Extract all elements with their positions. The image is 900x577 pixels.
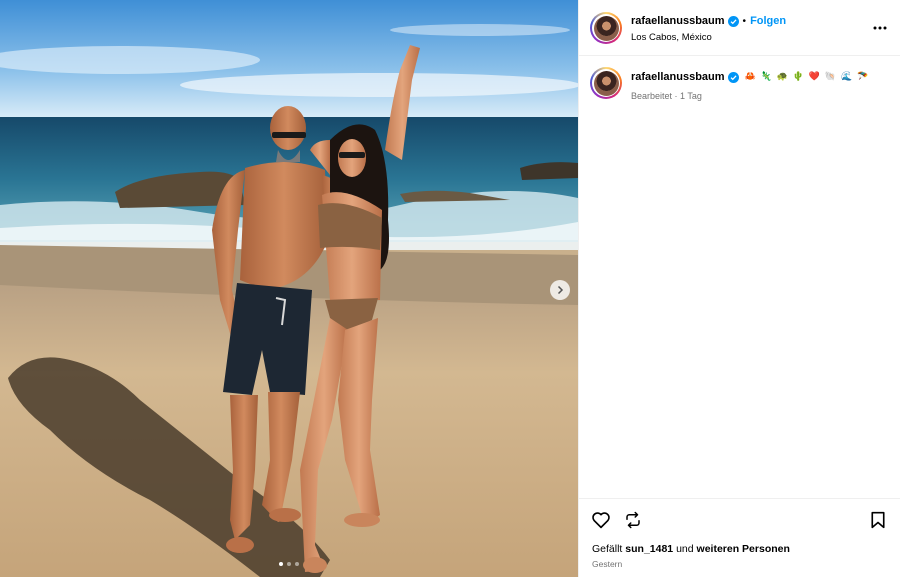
follow-button[interactable]: Folgen <box>750 15 786 27</box>
avatar[interactable] <box>590 67 622 99</box>
caption-text: 🦀 🦎 🐢 🌵 ❤️ 🐚 🌊 🪂 <box>744 72 870 82</box>
caption-section: rafaellanussbaum 🦀 🦎 🐢 🌵 ❤️ 🐚 🌊 🪂 Bearbe… <box>579 56 900 496</box>
likes-summary: Gefällt sun_1481 und weiteren Personen <box>592 543 790 555</box>
likes-middle: und <box>676 543 694 555</box>
carousel-dot <box>279 562 283 566</box>
liked-by-user-link[interactable]: sun_1481 <box>625 543 673 555</box>
separator: • <box>742 15 747 27</box>
repost-button[interactable] <box>622 509 644 531</box>
bookmark-icon <box>871 511 885 529</box>
post-image[interactable] <box>0 0 578 577</box>
location-link[interactable]: Los Cabos, México <box>631 32 712 43</box>
avatar[interactable] <box>590 12 622 44</box>
carousel-dot <box>287 562 291 566</box>
carousel-indicator <box>0 562 578 566</box>
caption-username[interactable]: rafaellanussbaum <box>631 71 725 83</box>
action-bar: Gefällt sun_1481 und weiteren Personen G… <box>579 498 900 577</box>
edited-timestamp: Bearbeitet · 1 Tag <box>631 91 702 101</box>
likes-prefix: Gefällt <box>592 543 623 555</box>
verified-badge-icon <box>727 15 739 27</box>
username-link[interactable]: rafaellanussbaum <box>631 15 725 27</box>
more-options-icon <box>873 26 887 30</box>
save-button[interactable] <box>867 509 889 531</box>
post-header: rafaellanussbaum • Folgen Los Cabos, Méx… <box>579 0 900 56</box>
heart-icon <box>592 512 610 529</box>
chevron-right-icon <box>557 285 564 295</box>
more-options-button[interactable] <box>870 18 890 38</box>
instagram-post: rafaellanussbaum • Folgen Los Cabos, Méx… <box>0 0 900 577</box>
post-sidebar: rafaellanussbaum • Folgen Los Cabos, Méx… <box>578 0 900 577</box>
post-timestamp[interactable]: Gestern <box>592 559 622 569</box>
beach-photo <box>0 0 578 577</box>
verified-badge-icon <box>727 71 739 83</box>
carousel-next-button[interactable] <box>550 280 570 300</box>
repost-icon <box>626 511 640 529</box>
liked-by-others-link[interactable]: weiteren Personen <box>697 543 790 555</box>
carousel-dot <box>295 562 299 566</box>
like-button[interactable] <box>590 509 612 531</box>
